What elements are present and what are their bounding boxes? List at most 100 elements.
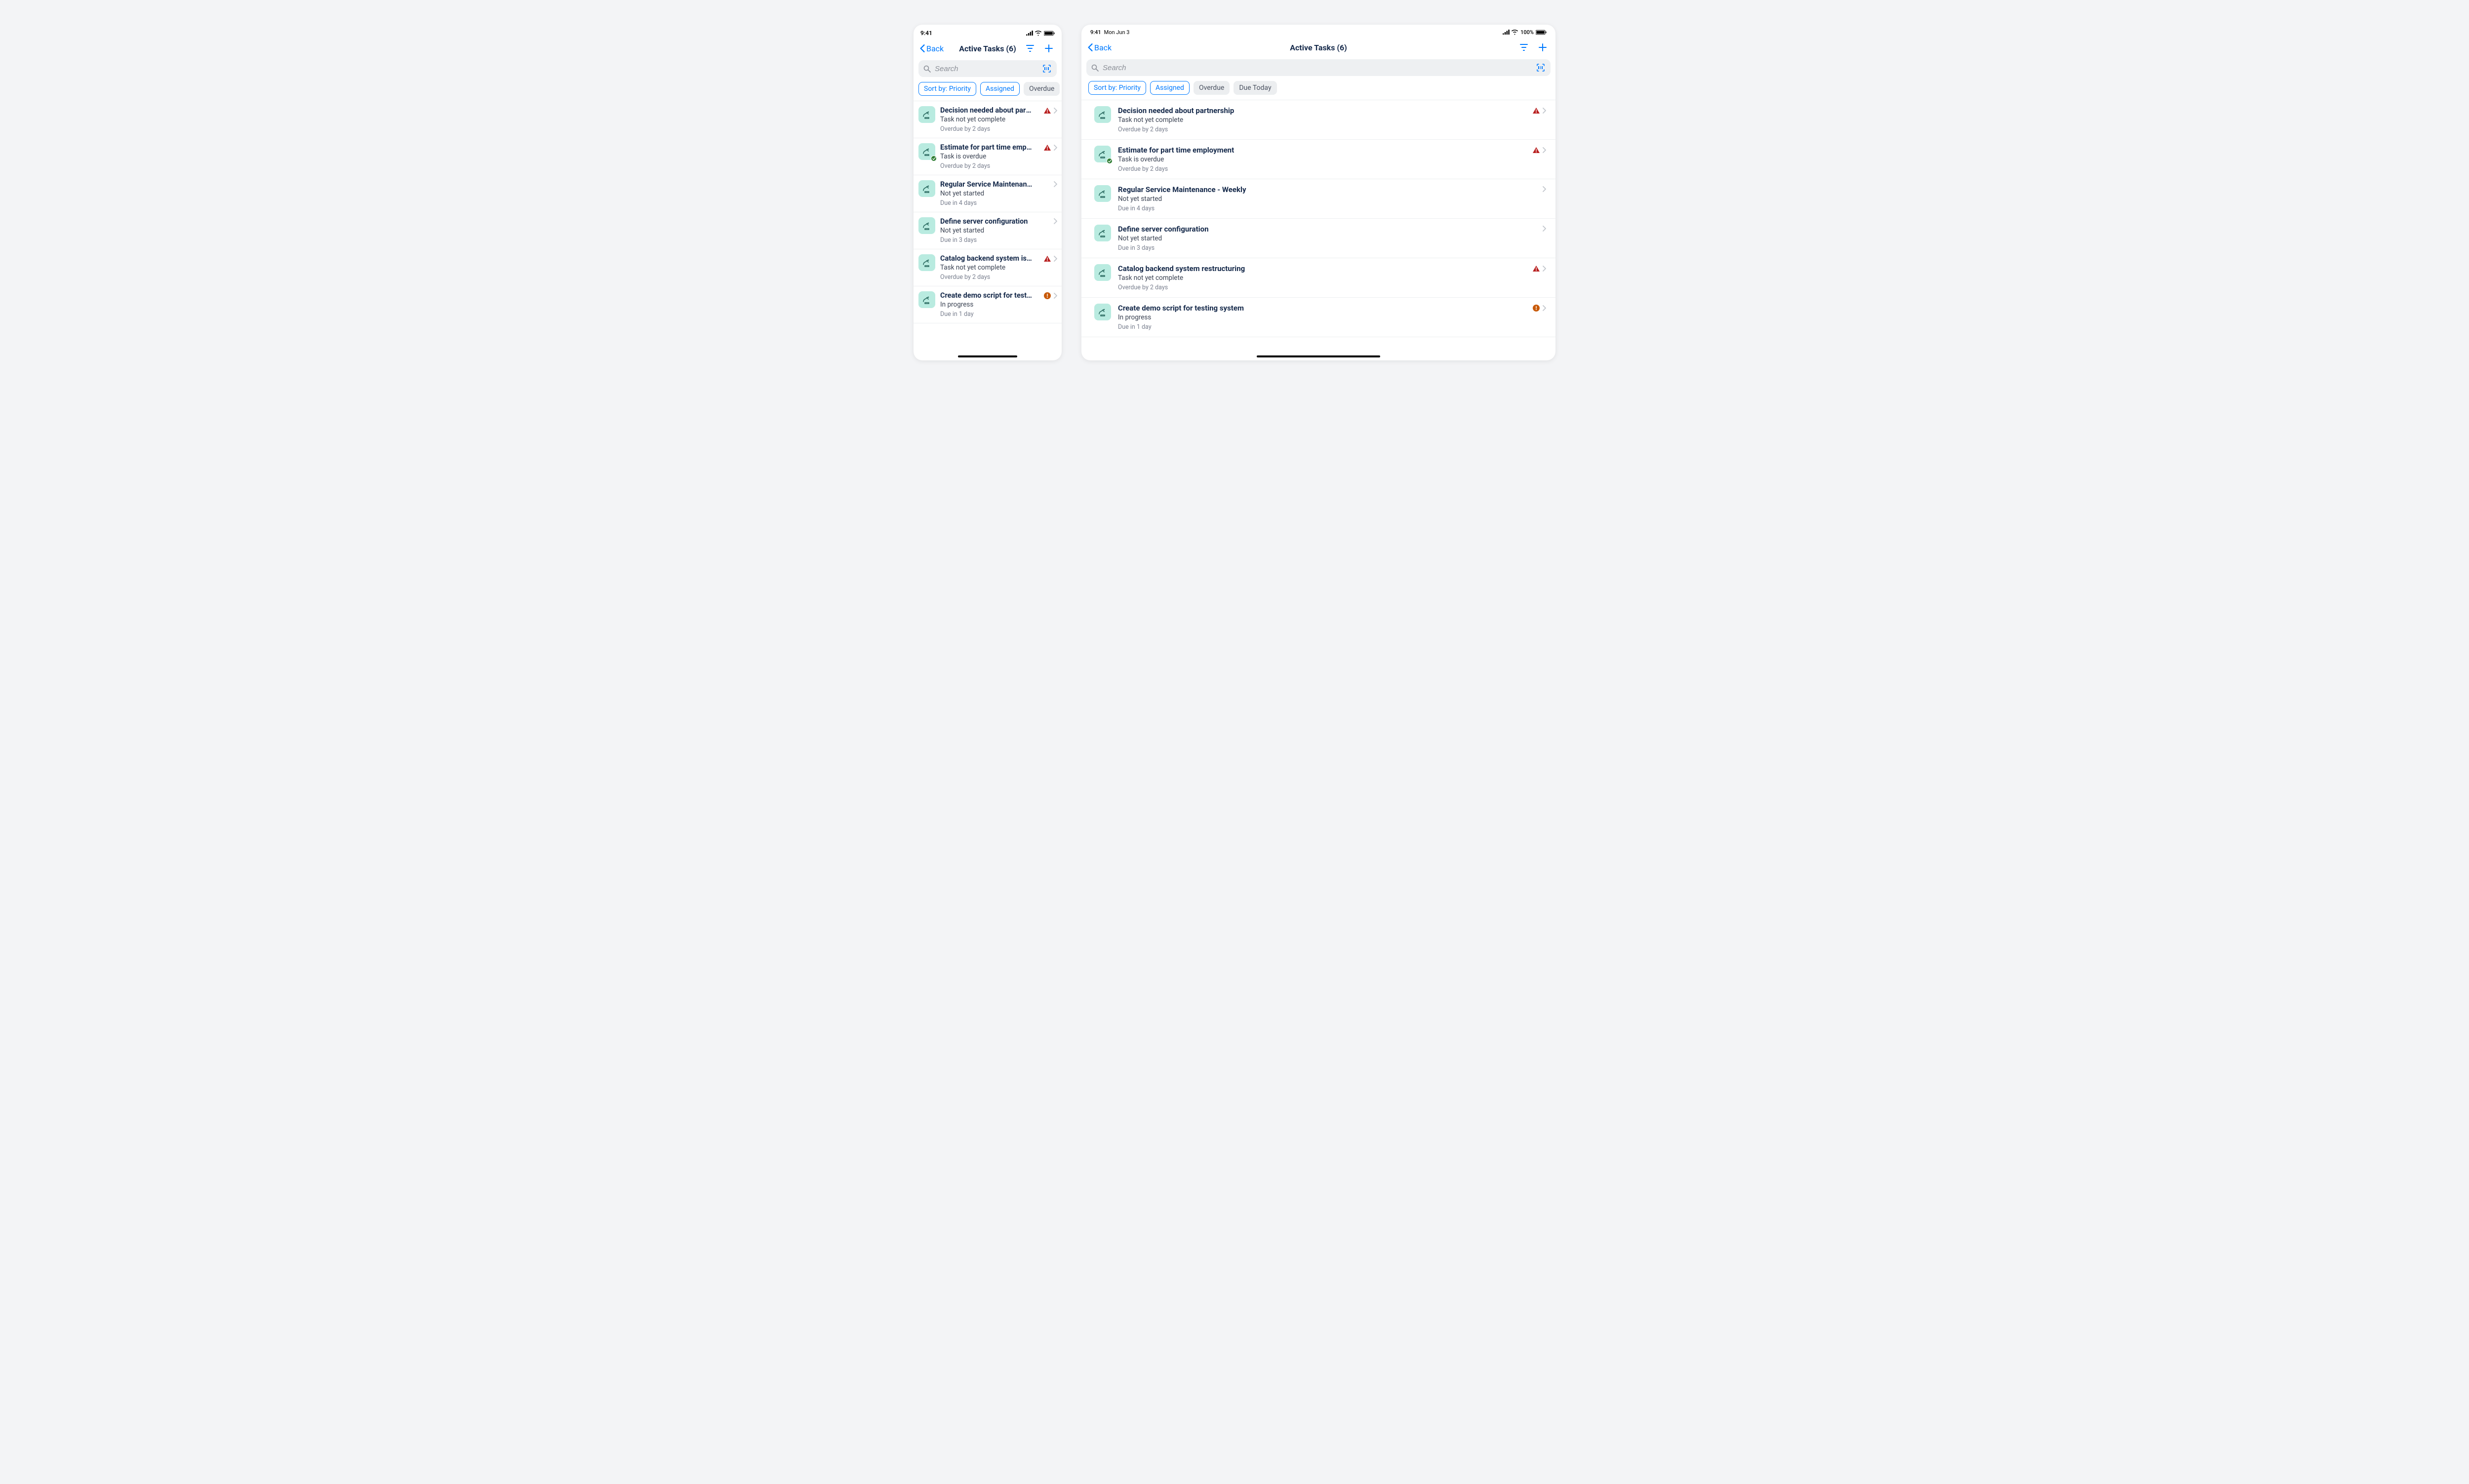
alert-icon xyxy=(1533,107,1540,114)
status-bar: 9:41 Mon Jun 3 100% xyxy=(1081,25,1555,38)
nav-bar: Back Active Tasks (6) xyxy=(1081,38,1555,57)
task-body: Regular Service Maintenance - WeeklyNot … xyxy=(1118,185,1536,212)
task-subtitle: Task not yet complete xyxy=(940,264,1039,272)
task-subtitle: Not yet started xyxy=(940,227,1049,234)
filter-chips: Sort by: PriorityAssignedOverdueDue Toda… xyxy=(914,81,1062,101)
task-trailing xyxy=(1533,146,1547,154)
task-row[interactable]: Define server configurationNot yet start… xyxy=(1081,219,1555,258)
add-button[interactable] xyxy=(1044,43,1054,53)
task-row[interactable]: Estimate for part time emplo…Task is ove… xyxy=(914,138,1062,175)
task-row[interactable]: Catalog backend system restructuringTask… xyxy=(1081,258,1555,298)
task-thumbnail xyxy=(1094,225,1111,241)
task-row[interactable]: Decision needed about partnershipTask no… xyxy=(1081,100,1555,140)
task-thumbnail xyxy=(1094,146,1111,162)
status-time: 9:41 xyxy=(920,30,932,37)
filter-chip[interactable]: Assigned xyxy=(980,82,1020,96)
robot-arm-icon xyxy=(922,295,932,305)
alert-icon xyxy=(1044,107,1051,114)
task-subtitle: Not yet started xyxy=(1118,195,1536,203)
filter-button[interactable] xyxy=(1519,42,1529,52)
task-title: Catalog backend system restructuring xyxy=(1118,264,1526,273)
task-row[interactable]: Create demo script for testing systemIn … xyxy=(1081,298,1555,337)
task-trailing xyxy=(1054,180,1058,187)
task-subtitle: Not yet started xyxy=(1118,234,1536,242)
task-row[interactable]: Regular Service Maintenance - WeeklyNot … xyxy=(1081,179,1555,219)
task-trailing xyxy=(1044,254,1058,262)
chevron-right-icon xyxy=(1054,293,1058,299)
task-row[interactable]: Decision needed about partn…Task not yet… xyxy=(914,101,1062,138)
task-subtitle: In progress xyxy=(1118,313,1526,321)
task-subtitle: In progress xyxy=(940,301,1039,309)
chevron-right-icon xyxy=(1054,218,1058,224)
battery-icon xyxy=(1536,30,1547,35)
task-body: Decision needed about partn…Task not yet… xyxy=(940,106,1039,133)
chevron-right-icon xyxy=(1543,108,1547,114)
task-title: Create demo script for testing system xyxy=(1118,304,1526,312)
task-meta: Overdue by 2 days xyxy=(1118,126,1526,133)
task-body: Define server configurationNot yet start… xyxy=(940,217,1049,244)
filter-chip[interactable]: Due Today xyxy=(1234,81,1276,95)
plus-icon xyxy=(1538,43,1547,52)
home-indicator xyxy=(1257,355,1380,357)
scan-button[interactable] xyxy=(1042,64,1052,74)
task-thumbnail xyxy=(918,254,935,271)
task-meta: Overdue by 2 days xyxy=(940,125,1039,133)
filter-button[interactable] xyxy=(1025,43,1035,53)
barcode-scan-icon xyxy=(1042,64,1051,73)
task-body: Decision needed about partnershipTask no… xyxy=(1118,106,1526,133)
robot-arm-icon xyxy=(922,258,932,268)
filter-chip[interactable]: Assigned xyxy=(1150,81,1190,95)
search-bar[interactable] xyxy=(918,60,1057,77)
search-bar[interactable] xyxy=(1086,59,1551,76)
home-indicator xyxy=(958,355,1017,357)
task-trailing xyxy=(1044,143,1058,151)
chevron-right-icon xyxy=(1543,147,1547,153)
task-row[interactable]: Estimate for part time employmentTask is… xyxy=(1081,140,1555,179)
task-row[interactable]: Create demo script for testin…In progres… xyxy=(914,286,1062,323)
robot-arm-icon xyxy=(1098,189,1108,198)
back-button[interactable]: Back xyxy=(1085,41,1114,54)
search-input[interactable] xyxy=(935,65,1038,73)
filter-chip[interactable]: Sort by: Priority xyxy=(1088,81,1146,95)
task-row[interactable]: Catalog backend system is r…Task not yet… xyxy=(914,249,1062,286)
add-button[interactable] xyxy=(1538,42,1548,52)
chevron-right-icon xyxy=(1543,226,1547,232)
task-meta: Overdue by 2 days xyxy=(1118,284,1526,291)
scan-button[interactable] xyxy=(1536,63,1546,73)
task-thumbnail xyxy=(1094,185,1111,202)
tablet-mockup: 9:41 Mon Jun 3 100% Back Active Tasks (6… xyxy=(1081,25,1555,360)
back-label: Back xyxy=(1094,43,1112,52)
back-button[interactable]: Back xyxy=(917,42,946,55)
task-list: Decision needed about partnershipTask no… xyxy=(1081,100,1555,360)
chevron-right-icon xyxy=(1054,181,1058,187)
task-meta: Overdue by 2 days xyxy=(940,273,1039,281)
task-list: Decision needed about partn…Task not yet… xyxy=(914,101,1062,360)
task-meta: Due in 3 days xyxy=(1118,244,1536,252)
filter-chip[interactable]: Overdue xyxy=(1194,81,1230,95)
search-icon xyxy=(1091,64,1099,72)
wifi-icon xyxy=(1035,30,1042,36)
chevron-left-icon xyxy=(919,44,925,52)
filter-chips: Sort by: Priority Assigned Overdue Due Toda… xyxy=(1081,80,1555,100)
task-meta: Due in 4 days xyxy=(940,199,1049,207)
task-title: Regular Service Maintenance - Weekly xyxy=(1118,185,1536,194)
chevron-right-icon xyxy=(1543,186,1547,192)
task-thumbnail xyxy=(918,291,935,308)
task-title: Catalog backend system is r… xyxy=(940,254,1033,263)
plus-icon xyxy=(1044,44,1053,53)
task-meta: Overdue by 2 days xyxy=(1118,165,1526,173)
task-meta: Due in 1 day xyxy=(940,311,1039,318)
filter-chip[interactable]: Sort by: Priority xyxy=(918,82,976,96)
task-subtitle: Task not yet complete xyxy=(940,116,1039,123)
filter-icon xyxy=(1026,44,1035,53)
task-title: Estimate for part time emplo… xyxy=(940,143,1033,152)
task-row[interactable]: Define server configurationNot yet start… xyxy=(914,212,1062,249)
filter-chip[interactable]: Overdue xyxy=(1024,82,1060,96)
signal-icon xyxy=(1503,30,1510,35)
task-trailing xyxy=(1533,106,1547,114)
task-trailing xyxy=(1044,291,1058,299)
task-row[interactable]: Regular Service Maintenanc…Not yet start… xyxy=(914,175,1062,212)
task-subtitle: Task is overdue xyxy=(940,153,1039,160)
search-input[interactable] xyxy=(1103,64,1532,72)
task-title: Estimate for part time employment xyxy=(1118,146,1526,155)
